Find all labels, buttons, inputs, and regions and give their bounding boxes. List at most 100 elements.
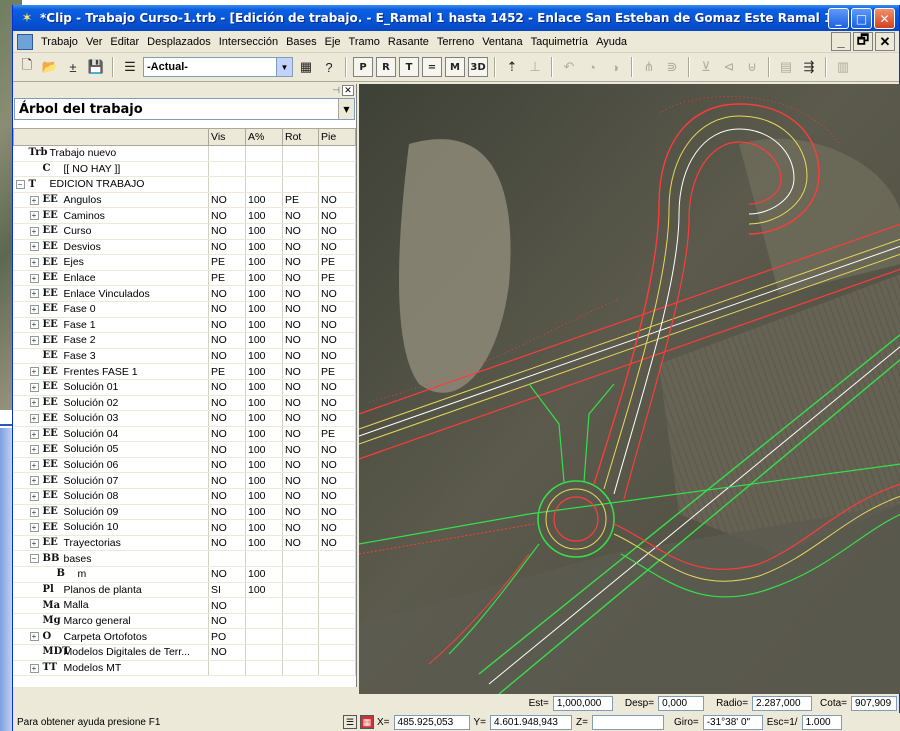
cell-pie[interactable]: NO [318, 348, 356, 365]
cell-vis[interactable]: NO [208, 426, 246, 443]
cell-pie[interactable] [318, 582, 356, 599]
cell-pie[interactable]: PE [318, 270, 356, 287]
cell-vis[interactable]: NO [208, 301, 246, 318]
tree-row[interactable]: + EE Enlace PE 100 NO PE [13, 270, 356, 287]
cell-a[interactable]: 100 [245, 348, 283, 365]
col-pie-header[interactable]: Pie [318, 128, 356, 146]
menu-intersecci-n[interactable]: Intersección [215, 36, 282, 48]
menu-ver[interactable]: Ver [82, 36, 107, 48]
cell-a[interactable] [245, 176, 283, 193]
tool-i-icon[interactable]: ⊲ [719, 57, 739, 77]
cell-rot[interactable]: NO [282, 410, 319, 427]
tree-node-label[interactable]: Modelos Digitales de Terr... [64, 646, 190, 658]
tree-node-label[interactable]: Enlace [64, 272, 96, 284]
tool-g-icon[interactable]: ⋑ [662, 57, 682, 77]
cell-a[interactable]: 100 [245, 457, 283, 474]
mdi-restore-button[interactable]: 🗗 [853, 32, 873, 51]
cell-vis[interactable]: NO [208, 285, 246, 302]
tree-node-label[interactable]: Solución 10 [64, 521, 119, 533]
tree-node-label[interactable]: Fase 2 [64, 334, 96, 346]
view-plan-button[interactable]: P [353, 57, 373, 77]
cell-pie[interactable]: NO [318, 395, 356, 412]
cell-rot[interactable]: NO [282, 504, 319, 521]
menu-desplazados[interactable]: Desplazados [143, 36, 215, 48]
minimize-button[interactable]: _ [828, 8, 849, 29]
menu-eje[interactable]: Eje [321, 36, 345, 48]
tree-node-label[interactable]: Angulos [64, 194, 102, 206]
expand-toggle-icon[interactable]: + [29, 273, 39, 283]
map-view[interactable] [359, 84, 900, 694]
cell-pie[interactable]: NO [318, 301, 356, 318]
cell-a[interactable] [245, 161, 283, 178]
tree-row[interactable]: C [[ NO HAY ]] [13, 161, 356, 178]
cell-rot[interactable] [282, 613, 319, 630]
expand-toggle-icon[interactable]: + [29, 304, 39, 314]
cell-a[interactable]: 100 [245, 254, 283, 271]
expand-toggle-icon[interactable]: + [29, 632, 39, 642]
tree-node-label[interactable]: Solución 07 [64, 475, 119, 487]
tree-node-label[interactable]: Ejes [64, 256, 84, 268]
cell-vis[interactable]: PE [208, 363, 246, 380]
cell-rot[interactable]: NO [282, 270, 319, 287]
cell-a[interactable]: 100 [245, 301, 283, 318]
cell-vis[interactable]: NO [208, 441, 246, 458]
cell-vis[interactable]: NO [208, 457, 246, 474]
menu-rasante[interactable]: Rasante [384, 36, 433, 48]
expand-toggle-icon[interactable]: − [29, 554, 39, 564]
tree-row[interactable]: + EE Solución 09 NO 100 NO NO [13, 504, 356, 521]
cell-pie[interactable]: NO [318, 192, 356, 209]
tree-row[interactable]: + EE Enlace Vinculados NO 100 NO NO [13, 285, 356, 302]
cell-vis[interactable]: NO [208, 317, 246, 334]
cell-vis[interactable]: NO [208, 207, 246, 224]
tree-node-label[interactable]: Solución 01 [64, 381, 119, 393]
cell-pie[interactable]: PE [318, 363, 356, 380]
cell-rot[interactable]: NO [282, 301, 319, 318]
cell-rot[interactable]: NO [282, 519, 319, 536]
expand-toggle-icon[interactable]: + [29, 258, 39, 268]
cell-rot[interactable]: NO [282, 395, 319, 412]
expand-toggle-icon[interactable]: + [29, 336, 39, 346]
cell-rot[interactable]: NO [282, 363, 319, 380]
tree-row[interactable]: EE Fase 3 NO 100 NO NO [13, 348, 356, 365]
expand-toggle-icon[interactable]: + [29, 320, 39, 330]
save-icon[interactable]: 💾 [86, 57, 106, 77]
cell-vis[interactable]: NO [208, 192, 246, 209]
menu-ayuda[interactable]: Ayuda [592, 36, 631, 48]
tool-k-icon[interactable]: ▤ [776, 57, 796, 77]
tree-node-label[interactable]: Solución 08 [64, 490, 119, 502]
tree-row[interactable]: + EE Trayectorias NO 100 NO NO [13, 535, 356, 552]
cell-pie[interactable] [318, 566, 356, 583]
cell-rot[interactable]: NO [282, 317, 319, 334]
cell-vis[interactable] [208, 176, 246, 193]
dropdown-arrow-icon[interactable]: ± [63, 57, 83, 77]
view-3d-button[interactable]: 3D [468, 57, 488, 77]
cell-rot[interactable]: NO [282, 285, 319, 302]
cell-vis[interactable]: NO [208, 239, 246, 256]
tree-node-label[interactable]: [[ NO HAY ]] [64, 163, 121, 175]
cell-a[interactable]: 100 [245, 332, 283, 349]
cell-rot[interactable]: NO [282, 441, 319, 458]
expand-toggle-icon[interactable]: + [29, 382, 39, 392]
tree-node-label[interactable]: bases [64, 553, 92, 565]
pin-icon[interactable]: ⊣ [332, 85, 340, 96]
chevron-down-icon[interactable]: ▼ [276, 58, 292, 76]
tree-node-label[interactable]: Caminos [64, 210, 105, 222]
cell-rot[interactable]: NO [282, 223, 319, 240]
cell-vis[interactable]: NO [208, 566, 246, 583]
tree-row[interactable]: + EE Solución 04 NO 100 NO PE [13, 426, 356, 443]
cell-a[interactable] [245, 145, 283, 162]
expand-toggle-icon[interactable]: + [29, 414, 39, 423]
view-cross-section-button[interactable]: T [399, 57, 419, 77]
cell-vis[interactable]: PE [208, 254, 246, 271]
layer-combo[interactable]: -Actual- ▼ [143, 57, 293, 77]
cell-rot[interactable] [282, 644, 319, 661]
expand-toggle-icon[interactable]: + [29, 460, 39, 470]
tree-node-label[interactable]: Fase 1 [64, 319, 96, 331]
cell-a[interactable]: 100 [245, 317, 283, 334]
cell-vis[interactable]: NO [208, 488, 246, 505]
document-icon[interactable] [17, 33, 33, 50]
cell-pie[interactable]: NO [318, 535, 356, 552]
layer-properties-icon[interactable]: ▦ [296, 57, 316, 77]
cell-rot[interactable]: NO [282, 332, 319, 349]
tool-j-icon[interactable]: ⊎ [742, 57, 762, 77]
